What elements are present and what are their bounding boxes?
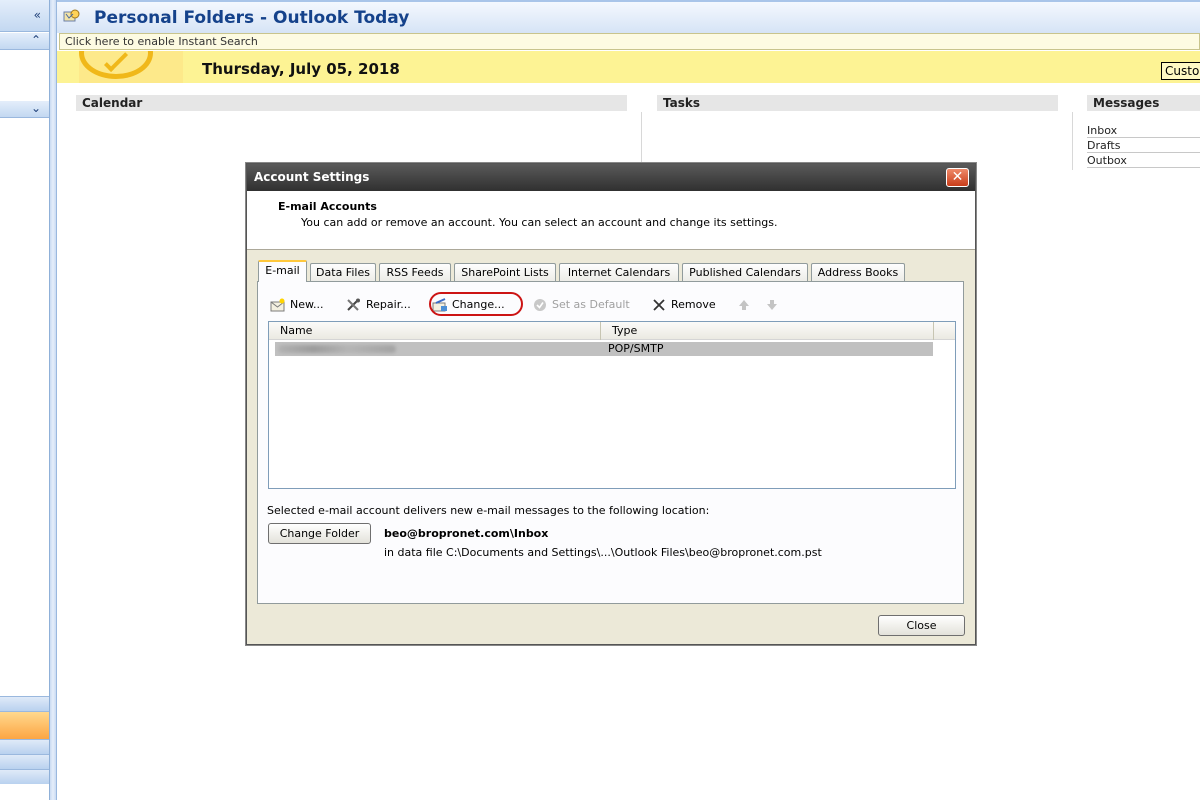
messages-list: Inbox Drafts Outbox xyxy=(1087,123,1200,168)
nav-button[interactable] xyxy=(0,769,49,784)
new-mail-icon xyxy=(270,298,286,312)
message-folder-inbox[interactable]: Inbox xyxy=(1087,123,1200,138)
pane-splitter[interactable] xyxy=(50,0,57,800)
data-file-path: in data file C:\Documents and Settings\.… xyxy=(384,546,822,559)
tab-sharepoint-lists[interactable]: SharePoint Lists xyxy=(454,263,556,282)
account-list-header: Name Type xyxy=(269,322,955,340)
messages-heading[interactable]: Messages xyxy=(1087,95,1200,111)
tab-data-files[interactable]: Data Files xyxy=(310,263,376,282)
remove-x-icon xyxy=(651,298,667,312)
tools-icon xyxy=(346,298,362,312)
move-up-button[interactable] xyxy=(736,294,756,316)
arrow-up-icon xyxy=(736,298,752,312)
today-date-bar: Thursday, July 05, 2018 Custo xyxy=(57,51,1200,83)
nav-button[interactable] xyxy=(0,739,49,754)
dialog-description: You can add or remove an account. You ca… xyxy=(301,216,778,229)
change-folder-button[interactable]: Change Folder xyxy=(268,523,371,544)
account-list: Name Type POP/SMTP xyxy=(268,321,956,489)
nav-buttons xyxy=(0,696,49,800)
account-name-redacted xyxy=(278,345,396,353)
nav-button-active[interactable] xyxy=(0,711,49,739)
delivery-folder-path: beo@bropronet.com\Inbox xyxy=(384,527,549,540)
check-circle-icon xyxy=(532,298,548,312)
account-settings-dialog: Account Settings ✕ E-mail Accounts You c… xyxy=(246,163,976,645)
dialog-title: Account Settings xyxy=(254,170,370,184)
tasks-heading[interactable]: Tasks xyxy=(657,95,1058,111)
page-title: Personal Folders - Outlook Today xyxy=(94,8,410,28)
new-account-button[interactable]: New... xyxy=(270,294,323,316)
repair-account-button[interactable]: Repair... xyxy=(346,294,411,316)
change-button-highlight xyxy=(429,292,523,316)
move-down-button[interactable] xyxy=(764,294,784,316)
column-divider xyxy=(641,112,642,164)
folder-header: Personal Folders - Outlook Today xyxy=(57,0,1200,33)
message-folder-drafts[interactable]: Drafts xyxy=(1087,138,1200,153)
outlook-today-logo xyxy=(79,51,183,83)
navigation-pane: « ⌃ ⌄ xyxy=(0,0,50,800)
nav-header: « xyxy=(0,0,49,32)
table-row[interactable]: POP/SMTP xyxy=(275,342,933,356)
calendar-heading[interactable]: Calendar xyxy=(76,95,627,111)
remove-account-label: Remove xyxy=(671,298,716,311)
close-icon[interactable]: ✕ xyxy=(946,168,969,187)
nav-section-top[interactable]: ⌃ xyxy=(0,33,49,50)
chevron-up-icon[interactable]: ⌃ xyxy=(31,33,41,47)
tab-email[interactable]: E-mail xyxy=(258,260,307,282)
column-header-type[interactable]: Type xyxy=(602,322,934,340)
set-default-label: Set as Default xyxy=(552,298,630,311)
tab-rss-feeds[interactable]: RSS Feeds xyxy=(379,263,451,282)
collapse-nav-icon[interactable]: « xyxy=(34,8,41,22)
dialog-title-bar[interactable]: Account Settings ✕ xyxy=(247,164,975,191)
repair-account-label: Repair... xyxy=(366,298,411,311)
dialog-banner: E-mail Accounts You can add or remove an… xyxy=(247,191,975,250)
instant-search-bar[interactable]: Click here to enable Instant Search xyxy=(59,33,1200,50)
remove-account-button[interactable]: Remove xyxy=(651,294,716,316)
arrow-down-icon xyxy=(764,298,780,312)
close-button[interactable]: Close xyxy=(878,615,965,636)
message-folder-outbox[interactable]: Outbox xyxy=(1087,153,1200,168)
column-divider xyxy=(1072,112,1073,170)
nav-button[interactable] xyxy=(0,696,49,711)
email-tab-panel: New... Repair... Change... Set as Defaul… xyxy=(257,281,964,604)
outlook-today-icon xyxy=(63,8,81,24)
delivery-location-text: Selected e-mail account delivers new e-m… xyxy=(267,504,710,517)
chevron-down-icon[interactable]: ⌄ xyxy=(31,101,41,115)
dialog-heading: E-mail Accounts xyxy=(278,200,377,213)
column-header-name[interactable]: Name xyxy=(269,322,601,340)
account-toolbar: New... Repair... Change... Set as Defaul… xyxy=(270,294,950,316)
account-type: POP/SMTP xyxy=(608,342,664,355)
tab-address-books[interactable]: Address Books xyxy=(811,263,905,282)
new-account-label: New... xyxy=(290,298,324,311)
set-default-button[interactable]: Set as Default xyxy=(532,294,630,316)
tab-internet-calendars[interactable]: Internet Calendars xyxy=(559,263,679,282)
nav-section-middle[interactable]: ⌄ xyxy=(0,101,49,118)
tab-published-calendars[interactable]: Published Calendars xyxy=(682,263,808,282)
customize-outlook-today-button[interactable]: Custo xyxy=(1161,62,1200,80)
nav-button[interactable] xyxy=(0,754,49,769)
today-date: Thursday, July 05, 2018 xyxy=(202,60,400,78)
